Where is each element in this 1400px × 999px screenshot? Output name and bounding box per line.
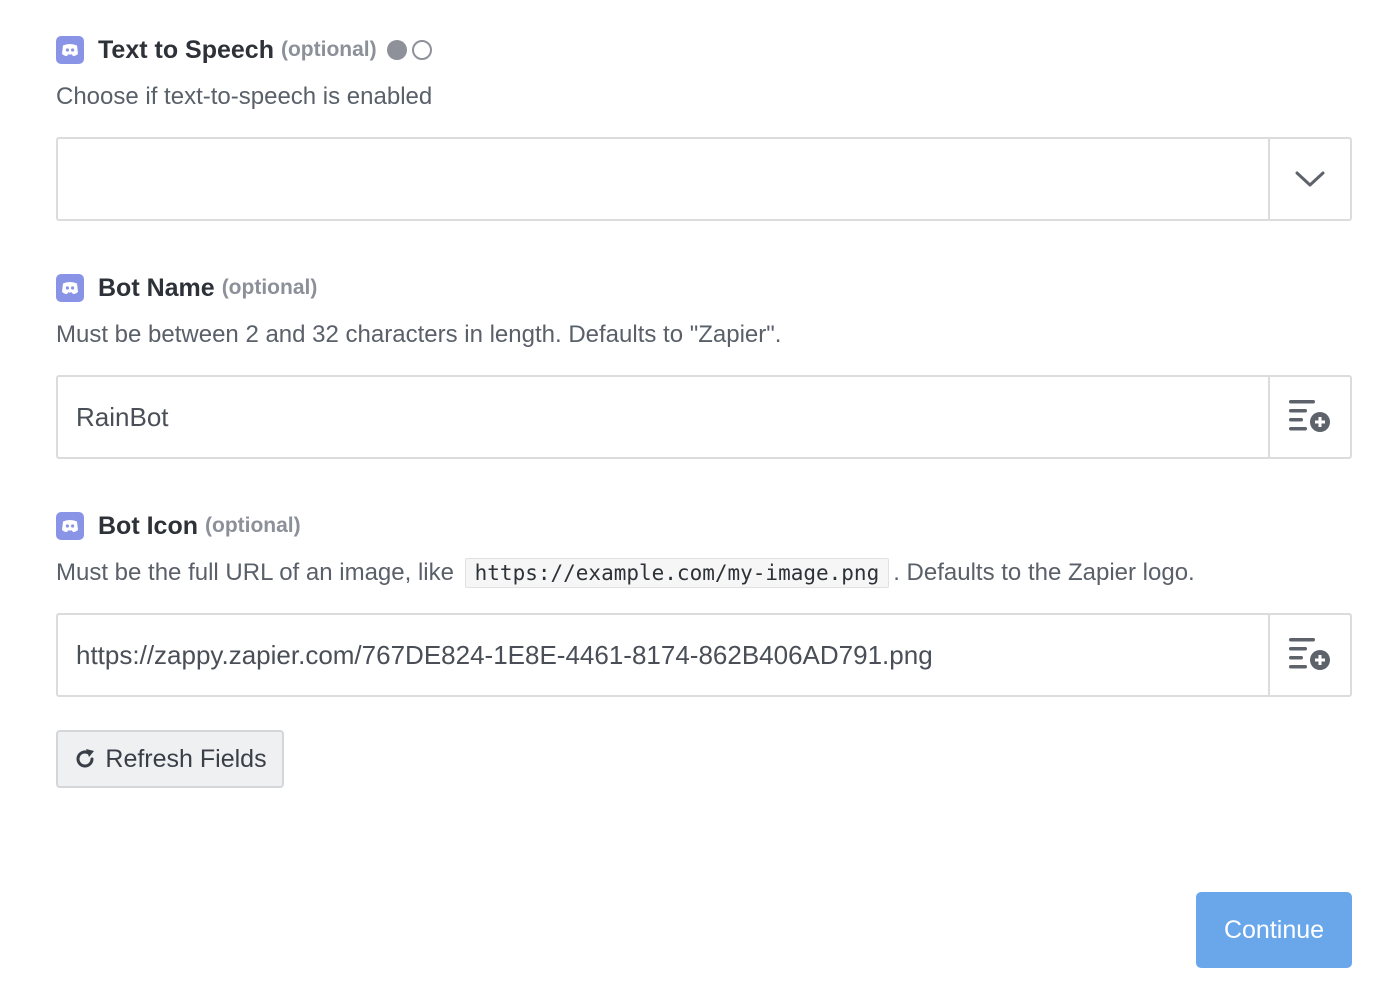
mode-dot-empty[interactable] [411,40,432,60]
continue-label: Continue [1223,915,1325,944]
help-code-example: https://example.com/my-image.png [464,558,890,588]
discord-icon [56,512,84,540]
refresh-icon [73,747,97,771]
text-to-speech-select[interactable] [56,137,1352,221]
field-label-row: Bot Icon (optional) [56,506,1352,546]
insert-data-button[interactable] [1268,377,1350,457]
bot-name-field[interactable] [56,375,1352,459]
field-text-to-speech: Text to Speech (optional) Choose if text… [56,30,1352,221]
field-help-text: Must be the full URL of an image, like h… [56,555,1352,591]
dropdown-toggle-button[interactable] [1268,139,1350,219]
insert-data-button[interactable] [1268,615,1350,695]
continue-button[interactable]: Continue [1196,892,1352,968]
help-text-after: . Defaults to the Zapier logo. [893,559,1195,586]
help-text-before: Must be the full URL of an image, like [56,559,454,586]
optional-tag: (optional) [205,514,301,537]
refresh-fields-label: Refresh Fields [105,744,267,773]
field-label-row: Text to Speech (optional) [56,30,1352,70]
discord-icon [56,274,84,302]
field-bot-name: Bot Name (optional) Must be between 2 an… [56,268,1352,459]
field-label: Bot Name [98,273,215,302]
refresh-fields-button[interactable]: Refresh Fields [56,730,284,788]
mode-dot-filled[interactable] [386,40,407,60]
field-help-text: Must be between 2 and 32 characters in l… [56,321,782,348]
insert-data-icon [1287,635,1333,675]
chevron-down-icon [1295,170,1325,188]
optional-tag: (optional) [280,38,377,61]
bot-icon-field[interactable] [56,613,1352,697]
field-bot-icon: Bot Icon (optional) Must be the full URL… [56,506,1352,697]
field-label: Bot Icon [98,511,198,540]
insert-data-icon [1287,397,1333,437]
zap-step-form: Text to Speech (optional) Choose if text… [0,0,1400,999]
field-label: Text to Speech [98,35,274,64]
optional-tag: (optional) [221,276,318,299]
discord-icon [56,36,84,64]
bot-name-input[interactable] [58,377,1268,457]
bot-icon-url-input[interactable] [58,615,1268,695]
mode-toggle-icon[interactable] [386,40,432,60]
field-help-text: Choose if text-to-speech is enabled [56,83,433,110]
field-label-row: Bot Name (optional) [56,268,1352,308]
text-to-speech-value[interactable] [58,139,1268,219]
